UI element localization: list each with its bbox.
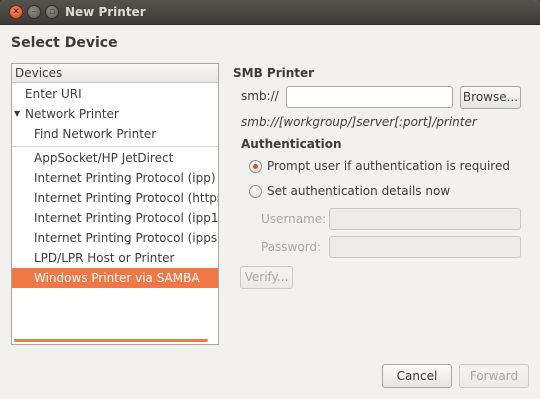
verify-button[interactable]: Verify...	[240, 266, 293, 289]
smb-uri-input[interactable]	[286, 86, 453, 108]
device-item-ipp[interactable]: Internet Printing Protocol (ipp)	[12, 168, 218, 188]
prompt-user-label[interactable]: Prompt user if authentication is require…	[267, 159, 510, 173]
close-icon[interactable]: ✕	[9, 5, 23, 19]
page-title: Select Device	[11, 35, 118, 51]
browse-button[interactable]: Browse...	[460, 86, 521, 109]
device-item-network-printer[interactable]: ▼ Network Printer	[12, 104, 218, 124]
device-item-https[interactable]: Internet Printing Protocol (https)	[12, 188, 218, 208]
expander-down-icon[interactable]: ▼	[14, 104, 20, 124]
device-item-lpd[interactable]: LPD/LPR Host or Printer	[12, 248, 218, 268]
prompt-user-radio[interactable]	[249, 160, 262, 173]
auth-section-title: Authentication	[241, 137, 342, 151]
titlebar[interactable]: ✕ – ▫ New Printer	[0, 0, 540, 25]
smb-uri-hint: smb://[workgroup/]server[:port]/printer	[241, 115, 477, 129]
cancel-button[interactable]: Cancel	[382, 364, 452, 388]
password-field[interactable]	[329, 236, 521, 258]
devices-column-header[interactable]: Devices	[12, 64, 218, 83]
forward-button[interactable]: Forward	[459, 364, 529, 388]
new-printer-dialog: ✕ – ▫ New Printer Select Device Devices …	[0, 0, 540, 399]
window-title: New Printer	[65, 5, 146, 19]
device-item-samba[interactable]: Windows Printer via SAMBA	[12, 268, 218, 288]
minimize-icon[interactable]: –	[27, 5, 41, 19]
device-item-appsocket[interactable]: AppSocket/HP JetDirect	[12, 148, 218, 168]
password-label: Password:	[261, 240, 322, 254]
set-details-label[interactable]: Set authentication details now	[267, 184, 450, 198]
smb-prefix-label: smb://	[241, 89, 279, 103]
device-item-label: Network Printer	[25, 107, 119, 121]
devices-list[interactable]: Devices Enter URI ▼ Network Printer Find…	[11, 63, 219, 345]
username-label: Username:	[261, 212, 327, 226]
device-item-ipp14[interactable]: Internet Printing Protocol (ipp14)	[12, 208, 218, 228]
smb-section-title: SMB Printer	[233, 66, 315, 80]
list-separator	[12, 146, 218, 147]
username-field[interactable]	[329, 208, 521, 230]
set-details-radio[interactable]	[249, 185, 262, 198]
device-item-ipps[interactable]: Internet Printing Protocol (ipps)	[12, 228, 218, 248]
device-item-find-network-printer[interactable]: Find Network Printer	[12, 124, 218, 144]
maximize-icon[interactable]: ▫	[45, 5, 59, 19]
device-item-enter-uri[interactable]: Enter URI	[12, 84, 218, 104]
horizontal-scrollbar[interactable]	[14, 339, 208, 342]
